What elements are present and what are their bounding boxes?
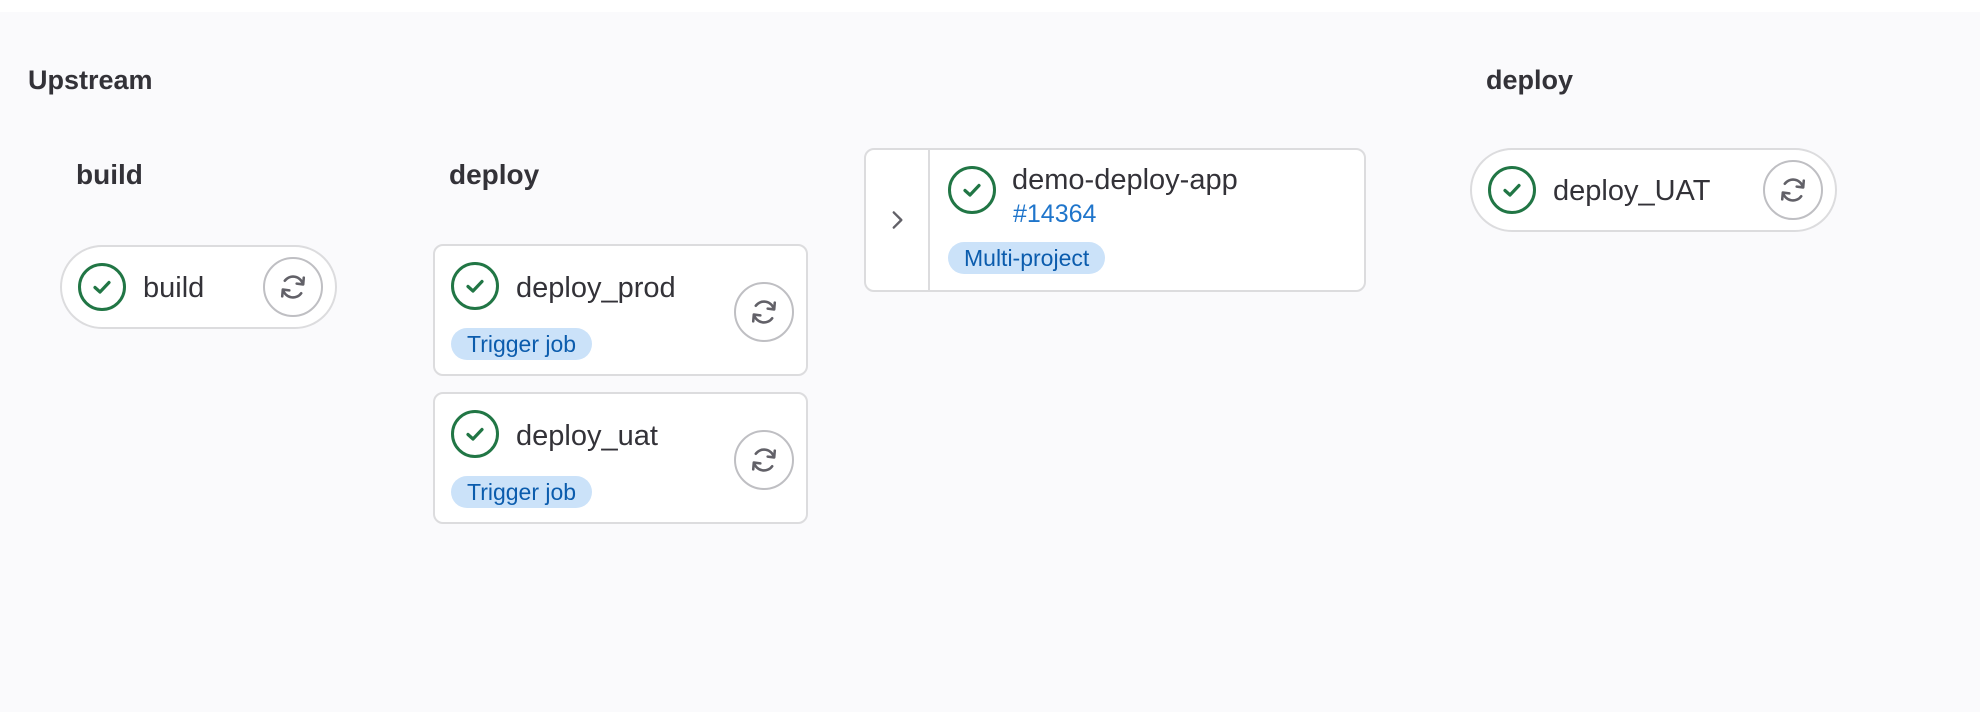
- retry-button[interactable]: [734, 430, 794, 490]
- job-name: deploy_UAT: [1553, 175, 1711, 207]
- trigger-job-badge: Trigger job: [451, 328, 593, 360]
- linked-project-name[interactable]: demo-deploy-app: [1012, 166, 1238, 195]
- retry-icon: [280, 275, 306, 299]
- job-name: deploy_prod: [516, 272, 676, 304]
- multi-project-badge: Multi-project: [948, 242, 1106, 274]
- retry-button[interactable]: [263, 257, 323, 317]
- expand-pipeline-button[interactable]: [866, 150, 930, 290]
- success-status-icon: [1488, 166, 1536, 214]
- retry-icon: [751, 300, 777, 324]
- retry-button[interactable]: [734, 282, 794, 342]
- success-status-icon: [451, 262, 499, 310]
- upstream-title: Upstream: [28, 65, 153, 95]
- job-name: deploy_uat: [516, 420, 658, 452]
- success-status-icon: [948, 166, 996, 214]
- job-deploy-UAT[interactable]: deploy_UAT: [1470, 148, 1837, 232]
- success-status-icon: [78, 263, 126, 311]
- job-deploy-prod[interactable]: deploy_prod Trigger job: [433, 244, 808, 376]
- linked-pipeline-id-link[interactable]: #14364: [1013, 202, 1096, 227]
- downstream-stage-title: deploy: [1486, 65, 1574, 95]
- retry-icon: [1780, 178, 1806, 202]
- stage-title-deploy: deploy: [449, 159, 540, 190]
- retry-icon: [751, 448, 777, 472]
- success-status-icon: [451, 410, 499, 458]
- job-deploy-uat[interactable]: deploy_uat Trigger job: [433, 392, 808, 524]
- stage-title-build: build: [76, 159, 143, 190]
- job-build[interactable]: build: [60, 245, 337, 329]
- pipeline-graph: Upstream build build deploy deploy_prod …: [0, 12, 1980, 712]
- job-name: build: [143, 272, 205, 304]
- trigger-job-badge: Trigger job: [451, 476, 593, 508]
- linked-pipeline-card[interactable]: demo-deploy-app #14364 Multi-project: [864, 148, 1366, 292]
- retry-button[interactable]: [1763, 160, 1823, 220]
- chevron-right-icon: [892, 211, 903, 229]
